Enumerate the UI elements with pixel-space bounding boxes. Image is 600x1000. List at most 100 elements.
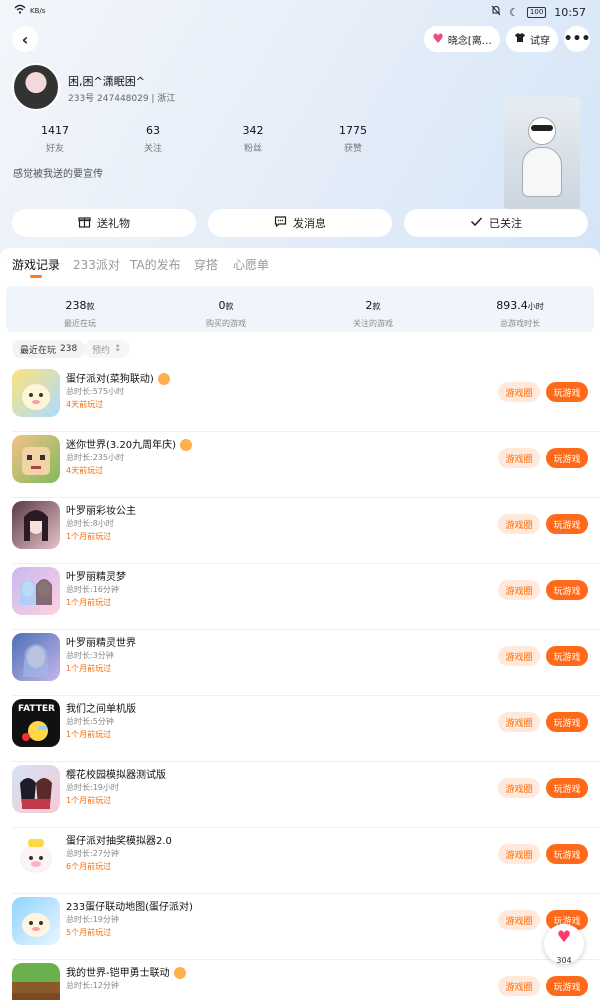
checkmark-icon: [470, 216, 483, 230]
summary-unit: 款: [225, 302, 234, 311]
play-game-button[interactable]: 玩游戏: [546, 514, 588, 534]
filter-booked[interactable]: 预约 ↕: [84, 340, 130, 358]
summary-purchased[interactable]: 0款 购买的游戏: [176, 294, 276, 329]
stat-label: 关注: [143, 144, 162, 154]
game-circle-button[interactable]: 游戏圈: [498, 976, 540, 996]
game-title: 233蛋仔联动地图(蛋仔派对): [66, 902, 193, 913]
summary-unit: 款: [372, 302, 381, 311]
clock: 10:57: [554, 5, 586, 19]
game-circle-button[interactable]: 游戏圈: [498, 646, 540, 666]
game-title: 叶罗丽精灵世界: [66, 638, 136, 649]
summary-value: 0: [218, 299, 226, 312]
try-on-label: 试穿: [530, 35, 550, 47]
list-item[interactable]: 樱花校园模拟器测试版 总时长:19小时 1个月前玩过 游戏圈 玩游戏: [0, 762, 600, 828]
game-circle-button[interactable]: 游戏圈: [498, 844, 540, 864]
summary-unit: 小时: [527, 302, 544, 311]
stat-label: 获赞: [343, 144, 362, 154]
play-game-button[interactable]: 玩游戏: [546, 382, 588, 402]
list-item[interactable]: 叶罗丽精灵梦 总时长:16分钟 1个月前玩过 游戏圈 玩游戏: [0, 564, 600, 630]
game-icon: [12, 897, 60, 945]
stat-label: 粉丝: [243, 144, 262, 154]
play-game-button[interactable]: 玩游戏: [546, 646, 588, 666]
stat-value: 342: [242, 124, 264, 137]
game-last-played: 1个月前玩过: [66, 598, 112, 607]
send-message-button[interactable]: 发消息: [208, 209, 392, 237]
game-circle-button[interactable]: 游戏圈: [498, 778, 540, 798]
game-circle-button[interactable]: 游戏圈: [498, 382, 540, 402]
game-title: 叶罗丽彩妆公主: [66, 506, 136, 517]
summary-followed[interactable]: 2款 关注的游戏: [323, 294, 423, 329]
more-options-button[interactable]: •••: [564, 26, 590, 52]
active-tab-indicator: [30, 275, 42, 278]
game-last-played: 6个月前玩过: [66, 862, 112, 871]
stat-following[interactable]: 63 关注: [123, 124, 183, 154]
play-game-button[interactable]: 玩游戏: [546, 844, 588, 864]
send-gift-button[interactable]: 送礼物: [12, 209, 196, 237]
game-duration: 总时长:19分钟: [66, 915, 119, 924]
game-circle-button[interactable]: 游戏圈: [498, 580, 540, 600]
shirt-icon: [514, 32, 526, 46]
play-game-button[interactable]: 玩游戏: [546, 976, 588, 996]
game-duration: 总时长:5分钟: [66, 717, 114, 726]
event-badge-icon: [173, 967, 186, 979]
list-item[interactable]: 233蛋仔联动地图(蛋仔派对) 总时长:19分钟 5个月前玩过 游戏圈 玩游戏: [0, 894, 600, 960]
game-icon: [12, 435, 60, 483]
event-badge-icon: [157, 373, 170, 385]
tab-233-party[interactable]: 233派对: [73, 256, 120, 273]
try-on-button[interactable]: 试穿: [506, 26, 558, 52]
game-circle-button[interactable]: 游戏圈: [498, 712, 540, 732]
summary-total-time[interactable]: 893.4小时 总游戏时长: [470, 294, 570, 329]
tab-posts[interactable]: TA的发布: [130, 256, 181, 273]
stat-likes[interactable]: 1775 获赞: [323, 124, 383, 154]
game-duration: 总时长:3分钟: [66, 651, 114, 660]
filter-label: 最近在玩: [20, 345, 57, 356]
summary-label: 最近在玩: [64, 319, 96, 328]
play-game-button[interactable]: 玩游戏: [546, 580, 588, 600]
floating-like-button[interactable]: ♥ 304: [544, 924, 584, 965]
game-icon: [12, 501, 60, 549]
tab-game-records[interactable]: 游戏记录: [12, 256, 60, 273]
followed-button[interactable]: 已关注: [404, 209, 588, 237]
game-circle-button[interactable]: 游戏圈: [498, 514, 540, 534]
game-summary-card: 238款 最近在玩 0款 购买的游戏 2款 关注的游戏 893.4小时 总游戏时…: [6, 286, 594, 332]
game-circle-button[interactable]: 游戏圈: [498, 448, 540, 468]
avatar-3d-figure[interactable]: [504, 97, 580, 209]
list-item[interactable]: 蛋仔派对抽奖模拟器2.0 总时长:27分钟 6个月前玩过 游戏圈 玩游戏: [0, 828, 600, 894]
stat-value: 63: [146, 124, 160, 137]
game-duration: 总时长:16分钟: [66, 585, 119, 594]
play-game-button[interactable]: 玩游戏: [546, 778, 588, 798]
avatar[interactable]: [12, 63, 60, 111]
list-item[interactable]: 叶罗丽精灵世界 总时长:3分钟 1个月前玩过 游戏圈 玩游戏: [0, 630, 600, 696]
message-icon: [274, 215, 287, 231]
list-item[interactable]: 我的世界-铠甲勇士联动 总时长:12分钟 游戏圈 玩游戏: [0, 960, 600, 1000]
stat-fans[interactable]: 342 粉丝: [223, 124, 283, 154]
like-count: 304: [556, 956, 572, 965]
game-last-played: 1个月前玩过: [66, 730, 112, 739]
tab-wishlist[interactable]: 心愿单: [233, 256, 269, 273]
back-button[interactable]: ‹: [12, 26, 38, 52]
game-last-played: 4天前玩过: [66, 466, 104, 475]
game-icon: [12, 633, 60, 681]
username: 困,困^潇眠困^: [68, 75, 145, 88]
play-game-button[interactable]: 玩游戏: [546, 712, 588, 732]
summary-recent[interactable]: 238款 最近在玩: [30, 294, 130, 329]
game-duration: 总时长:12分钟: [66, 981, 119, 990]
game-title: 蛋仔派对(菜狗联动): [66, 370, 170, 385]
play-game-button[interactable]: 玩游戏: [546, 448, 588, 468]
list-item[interactable]: 叶罗丽彩妆公主 总时长:8小时 1个月前玩过 游戏圈 玩游戏: [0, 498, 600, 564]
stat-friends[interactable]: 1417 好友: [25, 124, 85, 154]
summary-unit: 款: [86, 302, 95, 311]
tab-outfits[interactable]: 穿搭: [194, 256, 218, 273]
summary-label: 总游戏时长: [500, 319, 540, 328]
game-title: 我的世界-铠甲勇士联动: [66, 964, 186, 979]
game-circle-button[interactable]: 游戏圈: [498, 910, 540, 930]
moon-icon: ☾: [509, 5, 519, 19]
game-last-played: 5个月前玩过: [66, 928, 112, 937]
filter-recent-playing[interactable]: 最近在玩 238: [12, 340, 86, 358]
mood-button[interactable]: ♥ 晓念[离…: [424, 26, 500, 52]
game-duration: 总时长:8小时: [66, 519, 114, 528]
battery-indicator: 100: [526, 6, 547, 18]
list-item[interactable]: 迷你世界(3.20九周年庆) 总时长:235小时 4天前玩过 游戏圈 玩游戏: [0, 432, 600, 498]
list-item[interactable]: 蛋仔派对(菜狗联动) 总时长:575小时 4天前玩过 游戏圈 玩游戏: [0, 366, 600, 432]
list-item[interactable]: FATTER 我们之间单机版 总时长:5分钟 1个月前玩过 游戏圈 玩游戏: [0, 696, 600, 762]
